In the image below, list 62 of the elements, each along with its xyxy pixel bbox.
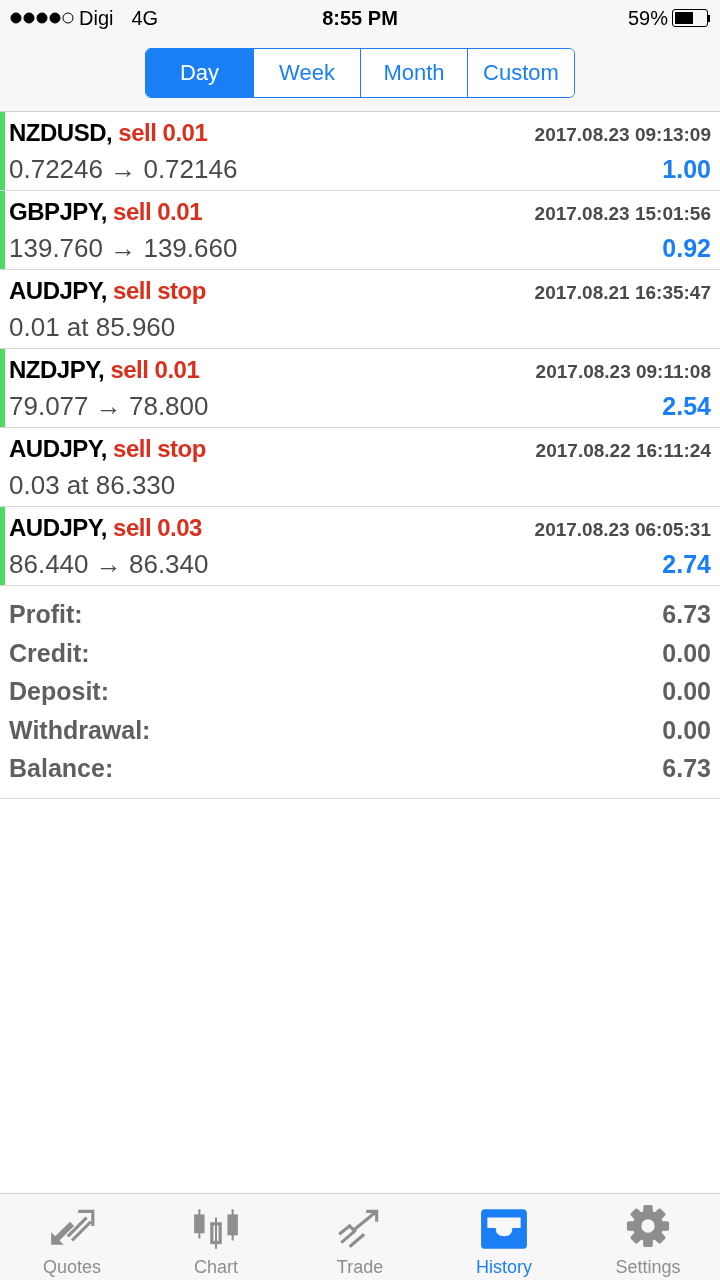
- tab-bar-item[interactable]: Trade: [288, 1194, 432, 1280]
- tab-bar-item[interactable]: Chart: [144, 1194, 288, 1280]
- summary-label: Profit:: [9, 599, 83, 630]
- order-type: sell 0.01: [118, 119, 208, 146]
- symbol-name: NZDJPY,: [9, 356, 105, 383]
- summary-label: Deposit:: [9, 676, 109, 707]
- profit-value: 0.92: [662, 233, 711, 264]
- order-time: 2017.08.21 16:35:47: [534, 281, 711, 305]
- order-prices: 79.077 → 78.800: [9, 390, 209, 423]
- period-tab[interactable]: Custom: [467, 49, 574, 97]
- order-type: sell stop: [113, 435, 206, 462]
- profit-value: 2.54: [662, 391, 711, 422]
- order-time: 2017.08.22 16:11:24: [535, 439, 711, 463]
- candlestick-icon: [191, 1207, 241, 1249]
- symbol-name: AUDJPY,: [9, 435, 107, 462]
- symbol-name: AUDJPY,: [9, 277, 107, 304]
- order-prices: 139.760 → 139.660: [9, 232, 238, 265]
- order-prices: 0.72246 → 0.72146: [9, 153, 238, 186]
- period-tab[interactable]: Day: [146, 49, 253, 97]
- network-type: 4G: [131, 6, 159, 30]
- period-tab[interactable]: Week: [253, 49, 360, 97]
- history-row[interactable]: NZDJPY, sell 0.01 2017.08.23 09:11:08 79.077 → 78.800 2.54: [0, 349, 720, 428]
- order-type: sell 0.03: [113, 514, 202, 541]
- symbol-name: NZDUSD,: [9, 119, 113, 146]
- summary-value: 6.73: [662, 753, 711, 784]
- summary-label: Balance:: [9, 753, 114, 784]
- clock-time: 8:55 PM: [322, 6, 398, 30]
- summary-label: Withdrawal:: [9, 714, 151, 746]
- history-row[interactable]: NZDUSD, sell 0.01 2017.08.23 09:13:09 0.72246 → 0.72146 1.00: [0, 112, 720, 191]
- order-time: 2017.08.23 09:11:08: [535, 360, 711, 384]
- order-prices: 0.03 at 86.330: [9, 469, 176, 502]
- tab-bar-item[interactable]: Quotes: [0, 1194, 144, 1280]
- summary-value: 6.73: [662, 599, 711, 630]
- symbol-name: GBPJPY,: [9, 198, 107, 225]
- tab-bar-item[interactable]: History: [432, 1194, 576, 1280]
- order-time: 2017.08.23 15:01:56: [534, 202, 711, 226]
- order-time: 2017.08.23 09:13:09: [534, 123, 711, 147]
- period-tab[interactable]: Month: [360, 49, 467, 97]
- profit-value: 1.00: [662, 154, 711, 185]
- summary-value: 0.00: [662, 676, 711, 707]
- profit-value: 2.74: [662, 549, 711, 580]
- settings-icon: [625, 1203, 671, 1249]
- symbol-name: AUDJPY,: [9, 514, 107, 541]
- history-row[interactable]: AUDJPY, sell stop 2017.08.21 16:35:47 0.01 at 85.960: [0, 270, 720, 349]
- inbox-icon: [479, 1207, 529, 1249]
- order-type: sell stop: [113, 277, 206, 304]
- carrier-name: Digi: [79, 6, 114, 30]
- summary-label: Credit:: [9, 637, 90, 669]
- order-prices: 0.01 at 85.960: [9, 311, 176, 344]
- history-row[interactable]: AUDJPY, sell stop 2017.08.22 16:11:24 0.03 at 86.330: [0, 428, 720, 507]
- order-time: 2017.08.23 06:05:31: [534, 518, 711, 542]
- summary-value: 0.00: [662, 714, 711, 746]
- battery-percent: 59%: [627, 6, 668, 30]
- order-prices: 86.440 → 86.340: [9, 548, 209, 581]
- history-row[interactable]: GBPJPY, sell 0.01 2017.08.23 15:01:56 139.760 → 139.660 0.92: [0, 191, 720, 270]
- order-type: sell 0.01: [110, 356, 200, 383]
- battery-icon: [672, 9, 710, 27]
- tab-bar-item[interactable]: Settings: [576, 1194, 720, 1280]
- summary-value: 0.00: [662, 637, 711, 669]
- signal-icon: [10, 12, 75, 24]
- history-row[interactable]: AUDJPY, sell 0.03 2017.08.23 06:05:31 86.440 → 86.340 2.74: [0, 507, 720, 586]
- order-type: sell 0.01: [113, 198, 202, 225]
